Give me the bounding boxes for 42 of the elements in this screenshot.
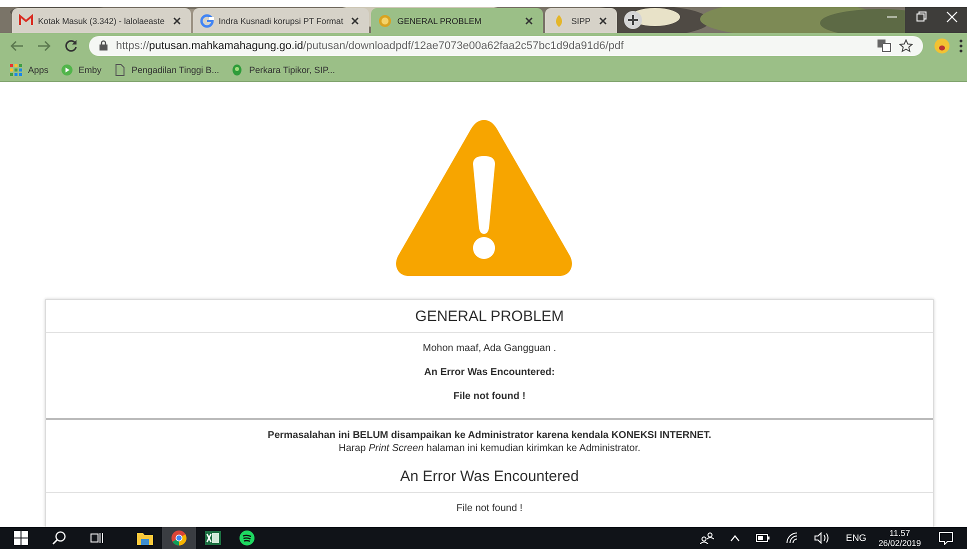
clock-time: 11.57 bbox=[889, 528, 910, 538]
play-icon bbox=[60, 64, 73, 76]
section-title: An Error Was Encountered bbox=[46, 455, 933, 493]
chrome-icon[interactable] bbox=[162, 527, 196, 549]
url-text: https://putusan.mahkamahagung.go.id/putusan/downloadpdf/12ae7073e00a62faa2c57bc1d9da91d6/pdf bbox=[116, 40, 624, 52]
emoji-avatar-icon[interactable] bbox=[934, 38, 950, 54]
clock-date: 26/02/2019 bbox=[878, 538, 921, 548]
chevron-up-icon[interactable] bbox=[730, 534, 740, 542]
address-field[interactable]: https://putusan.mahkamahagung.go.id/putusan/downloadpdf/12ae7073e00a62faa2c57bc1d9da91d6/pdf bbox=[89, 36, 923, 56]
people-icon[interactable] bbox=[700, 532, 714, 544]
browser-tab[interactable]: Kotak Masuk (3.342) - lalolaeaste bbox=[12, 8, 191, 33]
bookmark-link[interactable]: Emby bbox=[60, 64, 102, 76]
browser-tab[interactable]: GENERAL PROBLEM bbox=[371, 8, 544, 33]
bookmark-link[interactable]: Apps bbox=[10, 64, 49, 76]
star-icon[interactable] bbox=[899, 38, 913, 52]
new-tab-icon[interactable] bbox=[622, 10, 643, 30]
battery-icon[interactable] bbox=[756, 533, 770, 543]
windows-start-icon[interactable] bbox=[14, 531, 28, 545]
lock-icon bbox=[99, 40, 108, 51]
message-text: An Error Was Encountered: bbox=[423, 366, 556, 379]
volume-icon[interactable] bbox=[814, 532, 830, 544]
browser-tab[interactable]: SIPP bbox=[545, 8, 617, 33]
language-indicator[interactable]: ENG bbox=[846, 532, 866, 544]
message-text: File not found ! bbox=[455, 502, 524, 515]
search-icon[interactable] bbox=[52, 531, 66, 545]
panel-title: GENERAL PROBLEM bbox=[46, 300, 933, 333]
translate-icon[interactable] bbox=[877, 39, 891, 52]
message-text: Mohon maaf, Ada Gangguan . bbox=[422, 342, 558, 355]
restore-icon[interactable] bbox=[916, 11, 928, 23]
notification-icon[interactable] bbox=[939, 532, 953, 544]
apps-grid-icon bbox=[10, 64, 22, 76]
document-icon bbox=[114, 64, 126, 76]
task-view-icon[interactable] bbox=[90, 531, 104, 545]
bookmark-link[interactable]: Perkara Tipikor, SIP... bbox=[231, 64, 335, 76]
wifi-icon[interactable] bbox=[786, 532, 798, 544]
message-text: File not found ! bbox=[452, 390, 527, 403]
browser-tab[interactable]: Indra Kusnadi korupsi PT Format bbox=[192, 8, 370, 33]
message-text: Harap Print Screen halaman ini kemudian kirimkan ke Administrator. bbox=[338, 442, 642, 455]
bookmark-link[interactable]: Pengadilan Tinggi B... bbox=[114, 64, 220, 76]
close-icon[interactable] bbox=[946, 11, 958, 23]
message-text: Permasalahan ini BELUM disampaikan ke Administrator karena kendala KONEKSI INTERNET. bbox=[266, 429, 712, 442]
menu-icon[interactable] bbox=[959, 38, 963, 52]
